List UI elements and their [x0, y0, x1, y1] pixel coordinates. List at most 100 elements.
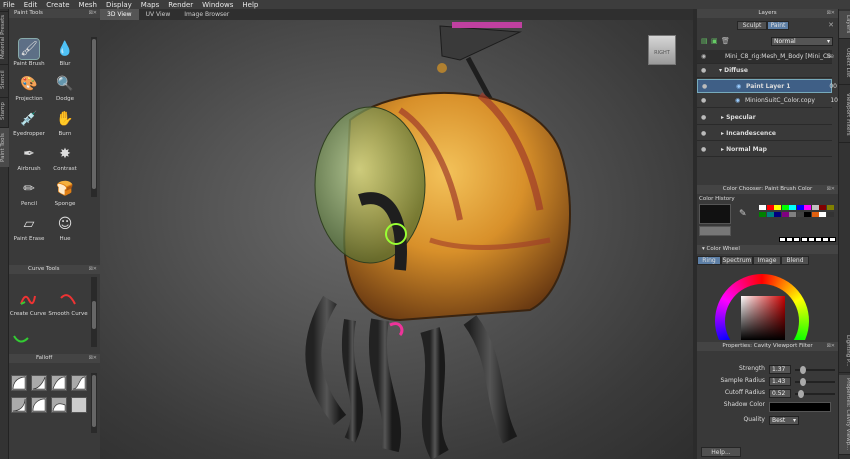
tool-pencil[interactable]: ✏ Pencil [11, 177, 47, 211]
tool-burn[interactable]: ✋ Burn [47, 107, 83, 141]
tab-stencil[interactable]: Stencil [0, 64, 9, 94]
paint-tools-scrollbar[interactable] [91, 37, 97, 197]
tab-ring[interactable]: Ring [697, 256, 721, 265]
sample-radius-field[interactable]: 1.43 [769, 377, 791, 386]
palette-swatch[interactable] [811, 212, 819, 217]
falloff-curve-1[interactable] [11, 375, 27, 391]
empty-swatch[interactable] [793, 237, 801, 242]
layer-row-paint-layer-1[interactable]: ● ◉ Paint Layer 1 00 [697, 79, 837, 94]
menu-item-help[interactable]: Help [242, 1, 258, 9]
tab-blend[interactable]: Blend [781, 256, 809, 265]
tab-paint[interactable]: Paint [767, 21, 789, 30]
shadow-color-swatch[interactable] [769, 402, 831, 412]
eye-icon[interactable]: ● [701, 111, 706, 125]
tab-paint-tools[interactable]: Paint Tools [0, 127, 9, 167]
tool-airbrush[interactable]: ✒ Airbrush [11, 142, 47, 176]
cutoff-radius-slider[interactable] [795, 390, 835, 398]
tab-properties-cavity[interactable]: Properties: Cavity Viewp... [839, 375, 850, 455]
eye-icon[interactable]: ● [701, 127, 706, 141]
palette-swatch[interactable] [781, 205, 789, 210]
palette-swatch[interactable] [826, 205, 834, 210]
new-layer-icon[interactable]: ▤ [701, 37, 708, 45]
falloff-curve-3[interactable] [51, 375, 67, 391]
empty-swatch[interactable] [807, 237, 815, 242]
menu-item-windows[interactable]: Windows [202, 1, 233, 9]
color-ring-picker[interactable] [713, 268, 813, 340]
palette-swatch[interactable] [811, 205, 819, 210]
duplicate-layer-icon[interactable]: ▣ [711, 37, 718, 45]
palette-swatch[interactable] [796, 205, 804, 210]
incandescence-group[interactable]: ● ▸ Incandescence [697, 127, 832, 141]
normal-map-group[interactable]: ● ▸ Normal Map [697, 143, 832, 157]
palette-swatch[interactable] [774, 212, 781, 217]
falloff-curve-7[interactable] [51, 397, 67, 413]
delete-layer-icon[interactable]: 🗑 [721, 37, 730, 45]
tab-object-list[interactable]: Object List [839, 41, 850, 85]
falloff-curve-2[interactable] [31, 375, 47, 391]
smooth-curve-tool[interactable]: Smooth Curve [45, 287, 91, 321]
falloff-curve-5[interactable] [11, 397, 27, 413]
layer-row-minion-suit[interactable]: ● ◉ MinionSuitC_Color.copy 10 [697, 94, 838, 108]
palette-swatch[interactable] [766, 212, 774, 217]
tool-hue[interactable]: ☺ Hue [47, 212, 83, 246]
tool-sponge[interactable]: 🍞 Sponge [47, 177, 83, 211]
slider-knob[interactable] [797, 390, 804, 398]
palette-swatch[interactable] [789, 205, 796, 210]
palette-swatch[interactable] [826, 212, 834, 217]
eye-icon[interactable]: ● [702, 80, 707, 94]
sample-radius-slider[interactable] [795, 378, 835, 386]
tab-viewport-filters[interactable]: Viewport Filters [839, 87, 850, 143]
view-cube[interactable]: RIGHT [648, 35, 676, 65]
strength-slider[interactable] [795, 366, 835, 374]
current-color-swatch[interactable] [699, 204, 731, 224]
menu-item-mesh[interactable]: Mesh [79, 1, 97, 9]
falloff-curve-8[interactable] [71, 397, 87, 413]
eyedropper-icon[interactable]: ✎ [739, 209, 747, 219]
tab-3d-view[interactable]: 3D View [100, 9, 139, 20]
empty-swatch[interactable] [815, 237, 822, 242]
viewport-3d[interactable]: 3D View UV View Image Browser RIGHT [100, 9, 693, 459]
menu-item-file[interactable]: File [3, 1, 15, 9]
slider-knob[interactable] [800, 366, 807, 374]
palette-swatch[interactable] [774, 205, 781, 210]
menu-item-display[interactable]: Display [106, 1, 132, 9]
falloff-scrollbar[interactable] [91, 373, 97, 433]
tab-sculpt[interactable]: Sculpt [737, 21, 767, 30]
create-curve-tool[interactable]: Create Curve [9, 287, 47, 321]
eye-icon[interactable]: ● [701, 143, 706, 157]
eye-icon[interactable]: ◉ [701, 50, 706, 64]
slider-knob[interactable] [800, 378, 807, 386]
tab-image-browser[interactable]: Image Browser [177, 9, 236, 20]
menu-item-create[interactable]: Create [46, 1, 69, 9]
tool-paint-erase[interactable]: ▱ Paint Erase [11, 212, 47, 246]
tool-contrast[interactable]: ✸ Contrast [47, 142, 83, 176]
specular-group[interactable]: ● ▸ Specular [697, 111, 832, 125]
palette-swatch[interactable] [759, 212, 766, 217]
eye-icon[interactable]: ● [701, 64, 706, 78]
curve-tool-3[interactable] [9, 327, 33, 345]
tab-lighting[interactable]: Lighting P... [839, 329, 850, 373]
falloff-curve-6[interactable] [31, 397, 47, 413]
cutoff-radius-field[interactable]: 0.52 [769, 389, 791, 398]
curve-tools-scrollbar[interactable] [91, 277, 97, 347]
palette-swatch[interactable] [804, 212, 811, 217]
eye-icon[interactable]: ● [701, 94, 706, 108]
palette-swatch[interactable] [819, 212, 826, 217]
empty-swatch[interactable] [786, 237, 794, 242]
empty-swatch[interactable] [822, 237, 830, 242]
diffuse-group[interactable]: ● ▾ Diffuse [697, 64, 832, 78]
tool-dodge[interactable]: 🔍 Dodge [47, 72, 83, 106]
menu-item-render[interactable]: Render [168, 1, 193, 9]
palette-swatch[interactable] [781, 212, 789, 217]
help-button[interactable]: Help... [701, 447, 741, 457]
empty-swatch[interactable] [779, 237, 786, 242]
tab-stamp[interactable]: Stamp [0, 97, 9, 125]
previous-color-swatch[interactable] [699, 226, 731, 236]
tab-uv-view[interactable]: UV View [139, 9, 178, 20]
tab-layers[interactable]: Layers [839, 11, 850, 39]
tab-material-presets[interactable]: Material Presets [0, 11, 9, 61]
close-icon[interactable]: ✕ [828, 21, 834, 29]
palette-swatch[interactable] [766, 205, 774, 210]
tool-projection[interactable]: 🎨 Projection [11, 72, 47, 106]
palette-swatch[interactable] [789, 212, 796, 217]
